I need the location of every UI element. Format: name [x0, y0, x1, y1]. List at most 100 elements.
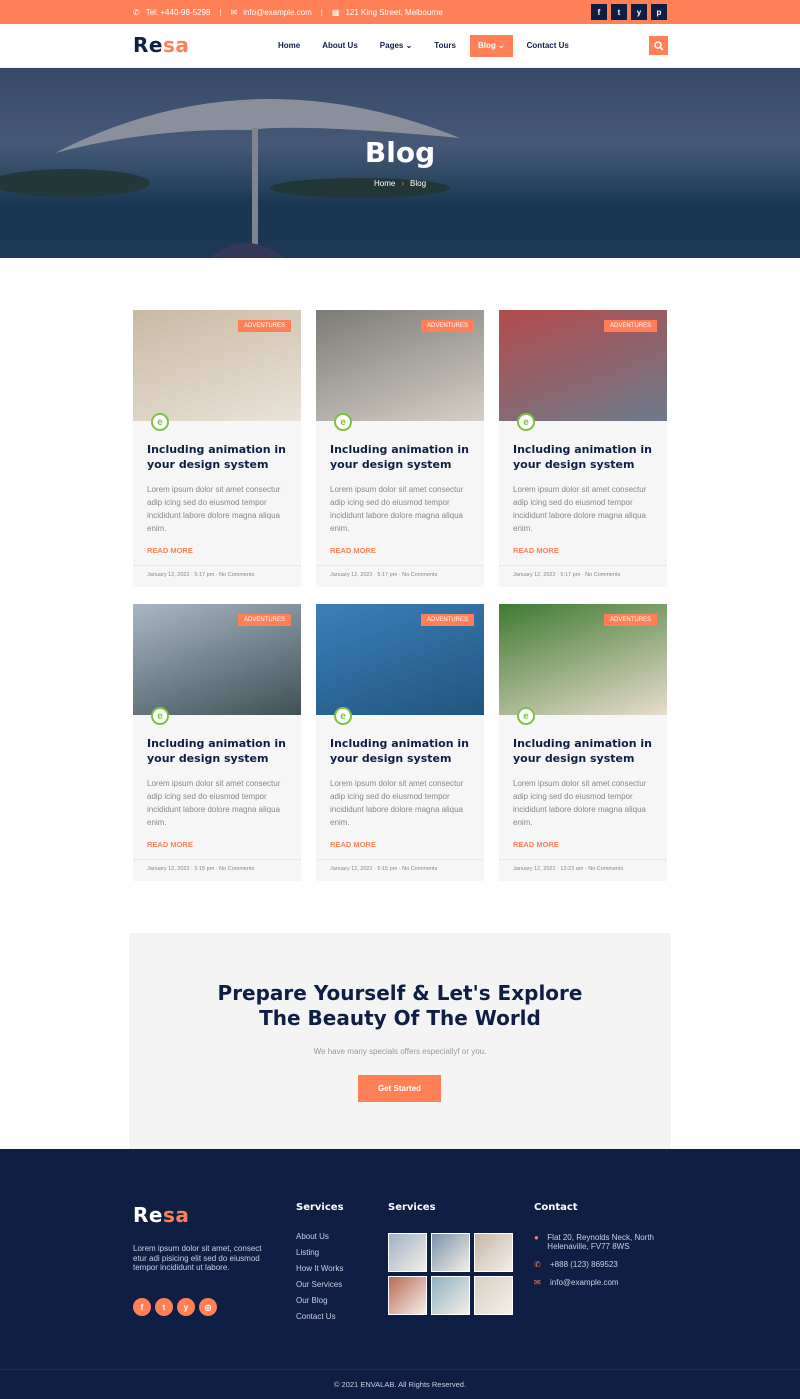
footer-link-services[interactable]: Our Services	[296, 1277, 343, 1293]
nav-pages[interactable]: Pages ⌄	[372, 35, 421, 57]
post-comments[interactable]: No Comments	[219, 572, 254, 578]
copyright: © 2021 ENVALAB. All Rights Reserved.	[0, 1369, 800, 1389]
blog-card-excerpt: Lorem ipsum dolor sit amet consectur adi…	[330, 485, 464, 533]
author-badge-icon: e	[151, 707, 169, 725]
topbar-phone[interactable]: Tel: +440-98-5298	[146, 8, 211, 17]
blog-card-image[interactable]: ADVENTURES	[499, 604, 667, 715]
post-comments[interactable]: No Comments	[585, 572, 620, 578]
post-comments[interactable]: No Comments	[402, 866, 437, 872]
footer-contact: ● Flat 20, Reynolds Neck, North Helenavil…	[534, 1233, 674, 1296]
blog-card-excerpt: Lorem ipsum dolor sit amet consectur adi…	[330, 779, 464, 827]
youtube-icon[interactable]: y	[631, 4, 647, 20]
footer-contact-heading: Contact	[534, 1202, 578, 1213]
blog-card-title[interactable]: Including animation in your design syste…	[513, 736, 653, 766]
blog-card-excerpt: Lorem ipsum dolor sit amet consectur adi…	[513, 485, 647, 533]
post-time: 5:17 pm	[377, 572, 398, 578]
category-tag[interactable]: ADVENTURES	[603, 320, 657, 332]
footer-link-contact[interactable]: Contact Us	[296, 1309, 343, 1325]
blog-card-title[interactable]: Including animation in your design syste…	[330, 736, 470, 766]
post-time: 5:17 pm	[194, 572, 215, 578]
blog-card[interactable]: ADVENTURES e Including animation in your…	[133, 310, 301, 587]
nav-about[interactable]: About Us	[314, 35, 366, 57]
blog-card-image[interactable]: ADVENTURES	[133, 604, 301, 715]
post-comments[interactable]: No Comments	[588, 866, 623, 872]
post-time: 5:17 pm	[560, 572, 581, 578]
post-date: January 12, 2022	[147, 866, 190, 872]
blog-card-excerpt: Lorem ipsum dolor sit amet consectur adi…	[147, 485, 281, 533]
read-more-link[interactable]: READ MORE	[513, 840, 559, 849]
mail-icon: ✉	[230, 7, 238, 17]
blog-card[interactable]: ADVENTURES e Including animation in your…	[499, 604, 667, 881]
contact-phone-row: ✆ +888 (123) 869523	[534, 1260, 674, 1269]
blog-card-image[interactable]: ADVENTURES	[316, 310, 484, 421]
post-date: January 12, 2022	[330, 572, 373, 578]
category-tag[interactable]: ADVENTURES	[420, 614, 474, 626]
footer-logo[interactable]: Resa	[133, 1203, 189, 1227]
contact-email[interactable]: info@example.com	[550, 1278, 619, 1287]
footer-social: f t y ◎	[133, 1298, 217, 1316]
blog-card[interactable]: ADVENTURES e Including animation in your…	[133, 604, 301, 881]
nav-menu: Home About Us Pages ⌄ Tours Blog ⌄ Conta…	[270, 35, 583, 57]
map-icon: ▦	[331, 7, 340, 17]
blog-card[interactable]: ADVENTURES e Including animation in your…	[316, 604, 484, 881]
nav-home[interactable]: Home	[270, 35, 308, 57]
read-more-link[interactable]: READ MORE	[330, 546, 376, 555]
youtube-icon[interactable]: y	[177, 1298, 195, 1316]
instagram-icon[interactable]: ◎	[199, 1298, 217, 1316]
category-tag[interactable]: ADVENTURES	[237, 614, 291, 626]
blog-card[interactable]: ADVENTURES e Including animation in your…	[316, 310, 484, 587]
breadcrumb: Home › Blog	[0, 179, 800, 188]
category-tag[interactable]: ADVENTURES	[420, 320, 474, 332]
nav-blog[interactable]: Blog ⌄	[469, 35, 513, 57]
breadcrumb-current: Blog	[410, 179, 427, 188]
blog-card[interactable]: ADVENTURES e Including animation in your…	[499, 310, 667, 587]
topbar-email[interactable]: info@example.com	[243, 8, 312, 17]
blog-card-title[interactable]: Including animation in your design syste…	[147, 442, 287, 472]
contact-phone[interactable]: +888 (123) 869523	[550, 1260, 618, 1269]
logo[interactable]: Resa	[133, 33, 189, 57]
author-badge-icon: e	[517, 707, 535, 725]
facebook-icon[interactable]: f	[133, 1298, 151, 1316]
twitter-icon[interactable]: t	[155, 1298, 173, 1316]
read-more-link[interactable]: READ MORE	[147, 546, 193, 555]
chevron-right-icon: ›	[401, 179, 404, 188]
blog-card-meta: January 12, 2022 · 5:17 pm · No Comments	[316, 565, 484, 584]
blog-card-image[interactable]: ADVENTURES	[133, 310, 301, 421]
read-more-link[interactable]: READ MORE	[330, 840, 376, 849]
gallery-thumbnail[interactable]	[388, 1276, 427, 1315]
footer-link-about[interactable]: About Us	[296, 1229, 343, 1245]
footer-link-how[interactable]: How It Works	[296, 1261, 343, 1277]
blog-card-excerpt: Lorem ipsum dolor sit amet consectur adi…	[513, 779, 647, 827]
search-button[interactable]	[649, 36, 668, 55]
gallery-thumbnail[interactable]	[474, 1233, 513, 1272]
facebook-icon[interactable]: f	[591, 4, 607, 20]
post-date: January 12, 2022	[147, 572, 190, 578]
read-more-link[interactable]: READ MORE	[147, 840, 193, 849]
blog-card-image[interactable]: ADVENTURES	[499, 310, 667, 421]
blog-card-image[interactable]: ADVENTURES	[316, 604, 484, 715]
read-more-link[interactable]: READ MORE	[513, 546, 559, 555]
nav-tours[interactable]: Tours	[426, 35, 464, 57]
gallery-thumbnail[interactable]	[388, 1233, 427, 1272]
blog-card-title[interactable]: Including animation in your design syste…	[513, 442, 653, 472]
post-comments[interactable]: No Comments	[402, 572, 437, 578]
post-comments[interactable]: No Comments	[219, 866, 254, 872]
blog-card-title[interactable]: Including animation in your design syste…	[147, 736, 287, 766]
pinterest-icon[interactable]: p	[651, 4, 667, 20]
footer-about: Lorem ipsum dolor sit amet, consect etur…	[133, 1244, 262, 1272]
contact-address-row: ● Flat 20, Reynolds Neck, North Helenavil…	[534, 1233, 674, 1251]
blog-card-title[interactable]: Including animation in your design syste…	[330, 442, 470, 472]
category-tag[interactable]: ADVENTURES	[603, 614, 657, 626]
footer-link-listing[interactable]: Listing	[296, 1245, 343, 1261]
breadcrumb-home[interactable]: Home	[374, 179, 395, 188]
category-tag[interactable]: ADVENTURES	[237, 320, 291, 332]
nav-contact[interactable]: Contact Us	[519, 35, 577, 57]
gallery-thumbnail[interactable]	[474, 1276, 513, 1315]
footer-link-blog[interactable]: Our Blog	[296, 1293, 343, 1309]
cta-section: Prepare Yourself & Let's Explore The Beau…	[129, 933, 671, 1149]
gallery-thumbnail[interactable]	[431, 1233, 470, 1272]
get-started-button[interactable]: Get Started	[358, 1075, 441, 1102]
gallery-thumbnail[interactable]	[431, 1276, 470, 1315]
twitter-icon[interactable]: t	[611, 4, 627, 20]
logo-accent: sa	[162, 1203, 190, 1227]
